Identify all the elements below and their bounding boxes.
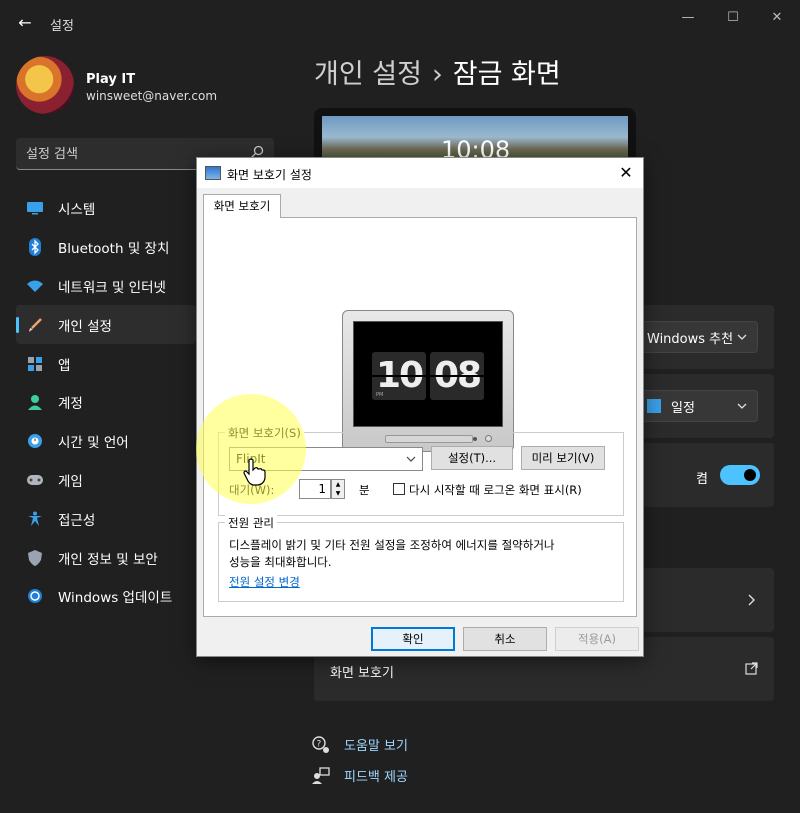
personalize-dropdown[interactable]: Windows 추천 xyxy=(636,321,758,353)
resume-checkbox-label[interactable]: 다시 시작할 때 로그온 화면 표시(R) xyxy=(409,482,582,498)
apps-icon xyxy=(26,355,44,373)
sidebar-item-network[interactable]: 네트워크 및 인터넷 xyxy=(16,267,196,306)
wait-spinner[interactable]: ▲ ▼ xyxy=(331,479,345,499)
power-settings-link[interactable]: 전원 설정 변경 xyxy=(229,574,300,590)
help-row[interactable]: ? 도움말 보기 xyxy=(312,735,408,754)
feedback-icon xyxy=(312,766,330,784)
sidebar-item-label: 네트워크 및 인터넷 xyxy=(58,279,166,296)
minimize-button[interactable]: — xyxy=(673,8,703,28)
screen-saver-dialog: 화면 보호기 설정 ✕ 화면 보호기 10 08 PM 화면 보호기(S) Fl… xyxy=(196,157,644,657)
power-management-group: 전원 관리 디스플레이 밝기 및 기타 전원 설정을 조정하여 에너지를 절약하… xyxy=(218,515,624,602)
help-icon: ? xyxy=(312,735,329,753)
apply-button[interactable]: 적용(A) xyxy=(555,627,639,651)
svg-text:?: ? xyxy=(317,739,322,749)
sidebar-item-label: 시스템 xyxy=(58,202,96,219)
sidebar-item-label: 앱 xyxy=(58,357,71,374)
flip-minute: 08 xyxy=(430,352,484,400)
sidebar-item-accessibility[interactable]: 접근성 xyxy=(16,499,196,538)
sidebar-item-label: Bluetooth 및 장치 xyxy=(58,241,170,258)
sidebar-item-personalization[interactable]: 개인 설정 xyxy=(16,305,196,345)
sidebar-item-system[interactable]: 시스템 xyxy=(16,189,196,228)
tab-screen-saver[interactable]: 화면 보호기 xyxy=(203,194,281,218)
preview-screen: 10 08 PM xyxy=(353,321,503,427)
wifi-icon xyxy=(26,277,44,295)
sign-in-background-toggle[interactable] xyxy=(720,465,760,485)
sidebar-item-label: 개인 설정 xyxy=(58,318,112,335)
app-title: 설정 xyxy=(50,19,74,34)
sidebar-item-accounts[interactable]: 계정 xyxy=(16,383,196,422)
sidebar-item-label: Windows 업데이트 xyxy=(58,590,173,607)
sidebar-item-label: 개인 정보 및 보안 xyxy=(58,551,158,568)
resume-checkbox[interactable] xyxy=(393,483,405,495)
chevron-down-icon xyxy=(737,334,747,340)
screen-saver-app-icon xyxy=(205,166,221,180)
status-dropdown[interactable]: 일정 xyxy=(636,390,758,422)
page-title: 개인 설정 › 잠금 화면 xyxy=(314,52,561,91)
external-link-icon xyxy=(745,662,758,675)
sidebar-item-label: 계정 xyxy=(58,396,83,413)
sidebar-item-label: 게임 xyxy=(58,473,83,490)
sidebar-item-windows-update[interactable]: Windows 업데이트 xyxy=(16,577,196,616)
ok-button[interactable]: 확인 xyxy=(371,627,455,651)
accessibility-icon xyxy=(26,510,44,528)
sidebar-item-label: 접근성 xyxy=(58,512,96,529)
sidebar-item-time-language[interactable]: 시간 및 언어 xyxy=(16,422,196,461)
flip-ampm: PM xyxy=(376,392,384,398)
avatar[interactable] xyxy=(16,56,74,114)
gamepad-icon xyxy=(26,471,44,489)
feedback-link[interactable]: 피드백 제공 xyxy=(344,766,408,785)
sidebar-item-bluetooth[interactable]: Bluetooth 및 장치 xyxy=(16,228,196,267)
sidebar-item-privacy[interactable]: 개인 정보 및 보안 xyxy=(16,538,196,577)
profile-name: Play IT xyxy=(86,72,136,87)
title-bar: ← 설정 — ☐ ✕ xyxy=(0,0,800,46)
maximize-button[interactable]: ☐ xyxy=(718,8,748,28)
sidebar-item-apps[interactable]: 앱 xyxy=(16,344,196,383)
breadcrumb-current: 잠금 화면 xyxy=(452,59,561,90)
back-button[interactable]: ← xyxy=(14,12,36,34)
dialog-title-bar: 화면 보호기 설정 ✕ xyxy=(197,158,643,188)
chevron-down-icon xyxy=(737,403,747,409)
dialog-close-button[interactable]: ✕ xyxy=(615,162,637,184)
power-group-label: 전원 관리 xyxy=(225,515,277,531)
sidebar-item-label: 시간 및 언어 xyxy=(58,435,129,452)
status-value: 일정 xyxy=(671,400,695,416)
hand-cursor-icon xyxy=(243,458,266,486)
close-button[interactable]: ✕ xyxy=(762,8,792,28)
settings-button[interactable]: 설정(T)... xyxy=(431,446,513,470)
update-icon xyxy=(26,587,44,605)
screen-saver-group-label: 화면 보호기(S) xyxy=(225,425,304,441)
calendar-icon xyxy=(647,399,661,413)
chevron-right-icon xyxy=(748,594,755,606)
bluetooth-icon xyxy=(26,238,44,257)
toggle-label: 켬 xyxy=(696,472,708,487)
sidebar-nav: 시스템 Bluetooth 및 장치 네트워크 및 인터넷 개인 설정 앱 계정… xyxy=(16,189,196,616)
monitor-icon xyxy=(26,199,44,217)
breadcrumb-parent[interactable]: 개인 설정 xyxy=(314,59,422,90)
person-icon xyxy=(26,393,44,411)
sidebar-item-gaming[interactable]: 게임 xyxy=(16,461,196,500)
preview-button[interactable]: 미리 보기(V) xyxy=(521,446,605,470)
brush-icon xyxy=(26,316,44,334)
personalize-value: Windows 추천 xyxy=(647,331,734,347)
power-description-line1: 디스플레이 밝기 및 기타 전원 설정을 조정하여 에너지를 절약하거나 xyxy=(229,538,555,552)
dialog-title: 화면 보호기 설정 xyxy=(227,168,312,182)
globe-clock-icon xyxy=(26,432,44,450)
tab-panel: 10 08 PM 화면 보호기(S) FlipIt 설정(T)... 미리 보기… xyxy=(203,217,637,617)
chevron-down-icon xyxy=(406,456,416,462)
shield-icon xyxy=(26,549,44,567)
feedback-row[interactable]: 피드백 제공 xyxy=(312,766,408,785)
cancel-button[interactable]: 취소 xyxy=(463,627,547,651)
power-description-line2: 성능을 최대화합니다. xyxy=(229,555,332,569)
monitor-preview: 10 08 PM xyxy=(342,310,514,452)
help-link[interactable]: 도움말 보기 xyxy=(344,735,408,754)
wait-unit: 분 xyxy=(359,483,370,497)
profile-email: winsweet@naver.com xyxy=(86,89,218,103)
screen-saver-label: 화면 보호기 xyxy=(330,666,394,681)
breadcrumb-separator: › xyxy=(431,59,443,90)
wait-input[interactable]: 1 xyxy=(299,479,331,499)
screen-saver-group: 화면 보호기(S) FlipIt 설정(T)... 미리 보기(V) 대기(W)… xyxy=(218,425,624,516)
